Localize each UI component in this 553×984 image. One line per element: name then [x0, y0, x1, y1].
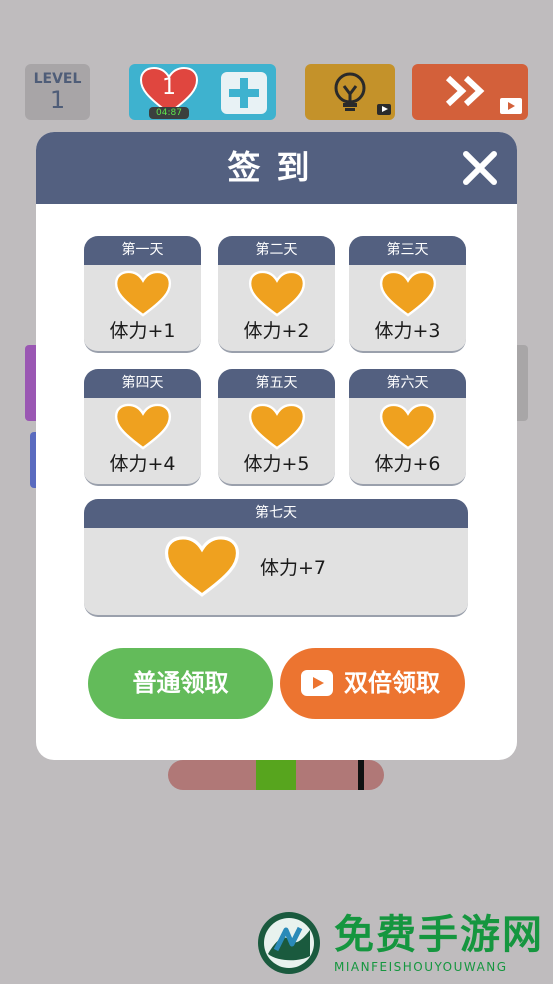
heart-icon [379, 270, 436, 317]
double-claim-button[interactable]: 双倍领取 [280, 648, 465, 719]
normal-claim-button[interactable]: 普通领取 [88, 648, 273, 719]
play-icon [301, 670, 333, 696]
video-icon [377, 104, 391, 115]
heart-icon [164, 536, 240, 597]
lightbulb-icon [334, 72, 366, 111]
day-reward: 体力+5 [243, 453, 310, 475]
day-label: 第六天 [349, 369, 466, 398]
day-label: 第四天 [84, 369, 201, 398]
dialog-title: 签到 [227, 148, 326, 187]
day-card-5[interactable]: 第五天 体力+5 [218, 369, 335, 486]
day-label: 第一天 [84, 236, 201, 265]
lives-timer: 04:87 [149, 107, 189, 119]
game-progress-bar [168, 760, 384, 790]
video-icon [500, 98, 522, 114]
watermark-subtitle: MIANFEISHOUYOUWANG [334, 960, 508, 974]
heart-icon [248, 270, 305, 317]
heart-icon [379, 403, 436, 450]
lives-count: 1 [162, 75, 176, 100]
watermark-logo [258, 912, 320, 974]
day-label: 第七天 [84, 499, 468, 528]
level-value: 1 [49, 86, 66, 114]
day-card-1[interactable]: 第一天 体力+1 [84, 236, 201, 353]
day-reward: 体力+1 [109, 320, 176, 342]
lives-panel: 1 04:87 [129, 64, 276, 120]
day-reward: 体力+2 [243, 320, 310, 342]
double-claim-label: 双倍领取 [344, 669, 440, 697]
day-reward: 体力+4 [109, 453, 176, 475]
sign-in-dialog: 签到 第一天 体力+1 第二天 体力+2 第三天 体力+3 第四天 体力+4 第… [36, 132, 517, 760]
day-card-7[interactable]: 第七天 体力+7 [84, 499, 468, 617]
level-label: LEVEL [33, 71, 82, 87]
heart-icon [114, 403, 171, 450]
day-reward: 体力+6 [374, 453, 441, 475]
day-card-4[interactable]: 第四天 体力+4 [84, 369, 201, 486]
day-reward: 体力+7 [260, 557, 327, 579]
day-reward: 体力+3 [374, 320, 441, 342]
progress-marker [358, 760, 364, 790]
hint-button[interactable] [305, 64, 395, 120]
day-card-3[interactable]: 第三天 体力+3 [349, 236, 466, 353]
day-label: 第五天 [218, 369, 335, 398]
heart-icon [114, 270, 171, 317]
fast-forward-icon [445, 75, 485, 107]
level-indicator: LEVEL 1 [25, 64, 90, 120]
day-label: 第三天 [349, 236, 466, 265]
watermark-title: 免费手游网 [334, 911, 544, 958]
heart-icon [248, 403, 305, 450]
day-label: 第二天 [218, 236, 335, 265]
day-card-2[interactable]: 第二天 体力+2 [218, 236, 335, 353]
add-lives-button[interactable] [221, 72, 267, 114]
day-card-6[interactable]: 第六天 体力+6 [349, 369, 466, 486]
skip-level-button[interactable] [412, 64, 528, 120]
close-icon[interactable] [460, 148, 500, 188]
target-zone [256, 760, 296, 790]
